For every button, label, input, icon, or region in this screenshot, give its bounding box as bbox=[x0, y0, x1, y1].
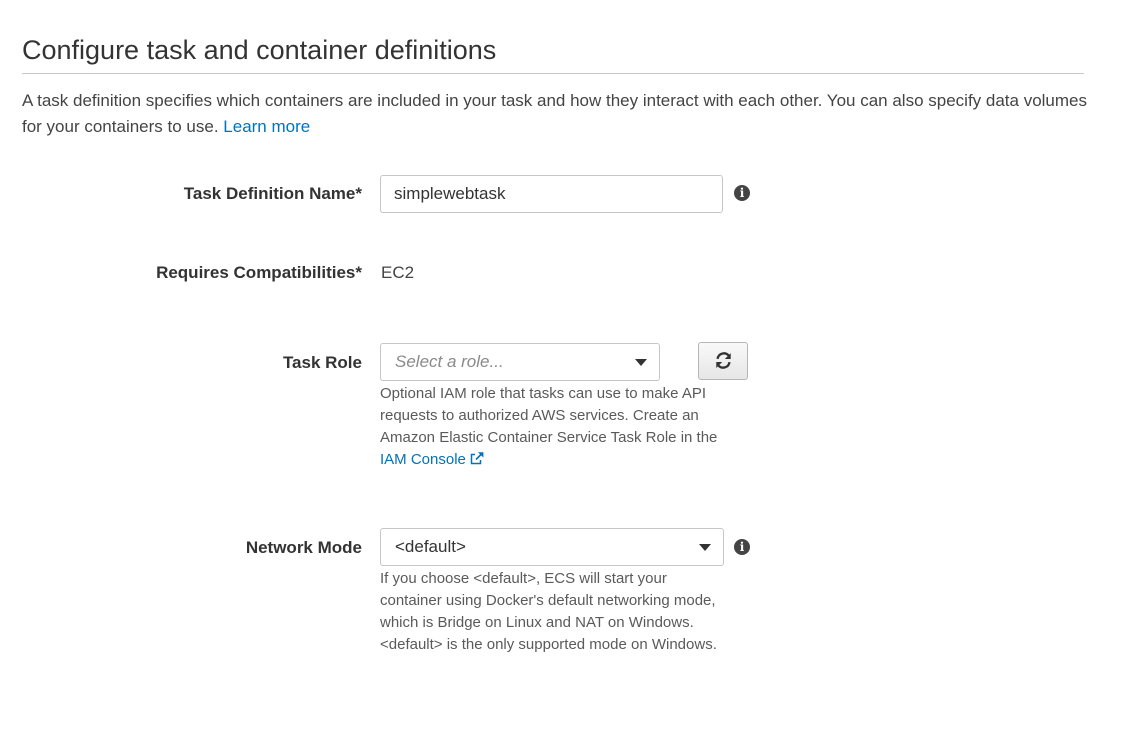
task-definition-name-label: Task Definition Name* bbox=[183, 184, 362, 203]
task-definition-name-input[interactable] bbox=[380, 175, 723, 213]
refresh-roles-button[interactable] bbox=[698, 342, 748, 380]
task-role-help: Optional IAM role that tasks can use to … bbox=[380, 383, 730, 471]
chevron-down-icon bbox=[635, 359, 647, 366]
requires-compatibilities-value: EC2 bbox=[381, 263, 415, 282]
network-mode-selected: <default> bbox=[395, 537, 466, 556]
learn-more-link[interactable]: Learn more bbox=[223, 117, 310, 136]
task-role-help-text: Optional IAM role that tasks can use to … bbox=[380, 385, 718, 446]
task-definition-page: Configure task and container definitions… bbox=[0, 0, 1134, 732]
requires-compatibilities-label: Requires Compatibilities* bbox=[156, 263, 362, 282]
network-mode-label: Network Mode bbox=[245, 538, 362, 557]
iam-console-link[interactable]: IAM Console bbox=[380, 451, 484, 468]
network-mode-select[interactable]: <default> bbox=[380, 528, 724, 566]
description-text: A task definition specifies which contai… bbox=[22, 91, 1088, 136]
section-description: A task definition specifies which contai… bbox=[22, 88, 1092, 140]
task-role-label: Task Role bbox=[282, 353, 362, 372]
info-icon[interactable]: i bbox=[734, 185, 750, 201]
task-role-placeholder: Select a role... bbox=[395, 352, 504, 371]
task-role-select[interactable]: Select a role... bbox=[380, 343, 660, 381]
page-title: Configure task and container definitions bbox=[22, 35, 497, 65]
title-divider bbox=[22, 73, 1084, 74]
refresh-icon bbox=[716, 352, 731, 369]
iam-console-link-text: IAM Console bbox=[380, 451, 466, 468]
chevron-down-icon bbox=[699, 544, 711, 551]
external-link-icon bbox=[470, 452, 484, 465]
info-icon[interactable]: i bbox=[734, 539, 750, 555]
network-mode-help: If you choose <default>, ECS will start … bbox=[380, 570, 717, 653]
